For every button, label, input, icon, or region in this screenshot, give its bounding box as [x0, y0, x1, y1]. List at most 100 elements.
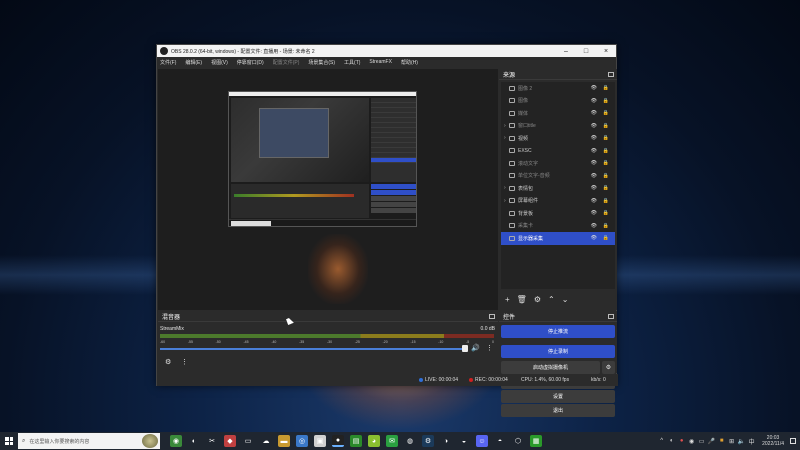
lock-icon[interactable]: 🔒 — [603, 148, 609, 154]
source-item[interactable]: › 窗口title 👁 🔒 — [501, 120, 615, 133]
source-item[interactable]: 显示器采集 👁 🔒 — [501, 232, 615, 245]
visibility-eye-icon[interactable]: 👁 — [591, 110, 597, 116]
ime-icon[interactable]: 中 — [748, 438, 755, 446]
visibility-eye-icon[interactable]: 👁 — [591, 135, 597, 141]
volume-icon[interactable]: 🔈 — [738, 438, 745, 445]
app-icon[interactable]: ◓ — [494, 435, 506, 447]
virtual-camera-settings-icon[interactable]: ⚙ — [602, 361, 615, 374]
preview-canvas[interactable] — [158, 69, 498, 310]
tray-app-icon[interactable]: ● — [678, 438, 685, 445]
stop-record-button[interactable]: 停止录制 — [501, 345, 615, 358]
speaker-icon[interactable]: 🔊 — [471, 344, 480, 352]
lock-icon[interactable]: 🔒 — [603, 210, 609, 216]
source-item[interactable]: › 视频 👁 🔒 — [501, 132, 615, 145]
visibility-eye-icon[interactable]: 👁 — [591, 85, 597, 91]
app-icon[interactable]: ▤ — [350, 435, 362, 447]
tray-app-icon[interactable]: ■ — [718, 438, 725, 445]
app-icon[interactable]: ◍ — [404, 435, 416, 447]
lock-icon[interactable]: 🔒 — [603, 110, 609, 116]
lock-icon[interactable]: 🔒 — [603, 98, 609, 104]
lock-icon[interactable]: 🔒 — [603, 123, 609, 129]
app-icon[interactable]: ◆ — [224, 435, 236, 447]
source-item[interactable]: › 表情包 👁 🔒 — [501, 182, 615, 195]
app-icon[interactable]: ▣ — [314, 435, 326, 447]
menu-scene-collection[interactable]: 场景集合(S) — [308, 59, 335, 66]
settings-button[interactable]: 设置 — [501, 390, 615, 403]
minimize-icon[interactable]: – — [556, 48, 576, 55]
source-item[interactable]: 采集卡 👁 🔒 — [501, 220, 615, 233]
visibility-eye-icon[interactable]: 👁 — [591, 210, 597, 216]
discord-icon[interactable]: ☺ — [476, 435, 488, 447]
cloud-icon[interactable]: ☁ — [260, 435, 272, 447]
chrome-icon[interactable]: ◎ — [296, 435, 308, 447]
source-item[interactable]: › 屏幕组件 👁 🔒 — [501, 195, 615, 208]
move-up-icon[interactable]: ⌃ — [548, 295, 555, 304]
steam-icon[interactable]: ⚙ — [422, 435, 434, 447]
visibility-eye-icon[interactable]: 👁 — [591, 160, 597, 166]
microphone-icon[interactable]: 🎤 — [708, 438, 715, 445]
close-icon[interactable]: × — [596, 48, 616, 55]
app-icon[interactable]: ◒ — [458, 435, 470, 447]
visibility-eye-icon[interactable]: 👁 — [591, 123, 597, 129]
volume-slider[interactable] — [160, 348, 468, 350]
source-properties-icon[interactable]: ⚙ — [534, 295, 541, 304]
exit-button[interactable]: 退出 — [501, 404, 615, 417]
lock-icon[interactable]: 🔒 — [603, 235, 609, 241]
wechat-icon[interactable]: ✉ — [386, 435, 398, 447]
app-icon[interactable]: ◐ — [188, 435, 200, 447]
lock-icon[interactable]: 🔒 — [603, 160, 609, 166]
app-icon[interactable]: ▭ — [242, 435, 254, 447]
volume-slider-handle[interactable] — [462, 345, 468, 352]
visibility-eye-icon[interactable]: 👁 — [591, 98, 597, 104]
visibility-eye-icon[interactable]: 👁 — [591, 173, 597, 179]
lock-icon[interactable]: 🔒 — [603, 173, 609, 179]
source-item[interactable]: 单位文字-音频 👁 🔒 — [501, 170, 615, 183]
menu-tools[interactable]: 工具(T) — [344, 59, 360, 66]
xbox-icon[interactable]: ◉ — [170, 435, 182, 447]
tray-app-icon[interactable]: ▭ — [698, 438, 705, 445]
lock-icon[interactable]: 🔒 — [603, 85, 609, 91]
lock-icon[interactable]: 🔒 — [603, 223, 609, 229]
visibility-eye-icon[interactable]: 👁 — [591, 223, 597, 229]
visibility-eye-icon[interactable]: 👁 — [591, 235, 597, 241]
sources-list[interactable]: 图像 2 👁 🔒 图像 👁 🔒 媒体 👁 🔒 › 窗口title 👁 🔒 › 视频 👁 🔒 EXSC 👁 🔒 滚动文字 👁… — [501, 82, 615, 289]
mixer-menu-icon[interactable]: ⋮ — [181, 358, 188, 366]
obs-taskbar-icon[interactable]: ● — [332, 435, 344, 447]
visibility-eye-icon[interactable]: 👁 — [591, 185, 597, 191]
lock-icon[interactable]: 🔒 — [603, 185, 609, 191]
source-item[interactable]: EXSC 👁 🔒 — [501, 145, 615, 158]
app-icon[interactable]: ◕ — [368, 435, 380, 447]
menu-edit[interactable]: 编辑(E) — [185, 59, 202, 66]
notification-icon[interactable] — [790, 438, 796, 444]
stop-stream-button[interactable]: 停止推流 — [501, 325, 615, 338]
visibility-eye-icon[interactable]: 👁 — [591, 148, 597, 154]
source-item[interactable]: 图像 2 👁 🔒 — [501, 82, 615, 95]
add-source-icon[interactable]: + — [505, 295, 510, 304]
source-item[interactable]: 背景板 👁 🔒 — [501, 207, 615, 220]
clock[interactable]: 20:03 2022/11/4 — [762, 435, 784, 447]
network-icon[interactable]: ⊞ — [728, 438, 735, 445]
app-icon[interactable]: ⬡ — [512, 435, 524, 447]
maximize-icon[interactable]: □ — [576, 48, 596, 55]
menu-help[interactable]: 帮助(H) — [401, 59, 418, 66]
menu-profile[interactable]: 配置文件(P) — [273, 59, 300, 66]
mixer-track-menu-icon[interactable]: ⋮ — [486, 344, 493, 352]
menu-docks[interactable]: 停靠窗口(D) — [237, 59, 264, 66]
menu-view[interactable]: 视图(V) — [211, 59, 228, 66]
capcut-icon[interactable]: ✂ — [206, 435, 218, 447]
advanced-audio-icon[interactable]: ⚙ — [165, 358, 171, 366]
menu-file[interactable]: 文件(F) — [160, 59, 176, 66]
start-virtual-camera-button[interactable]: 启动虚拟摄像机 — [501, 361, 600, 374]
tray-app-icon[interactable]: ◐ — [668, 438, 675, 445]
start-button[interactable] — [0, 432, 18, 450]
app-icon[interactable]: ▦ — [530, 435, 542, 447]
source-item[interactable]: 媒体 👁 🔒 — [501, 107, 615, 120]
source-item[interactable]: 图像 👁 🔒 — [501, 95, 615, 108]
undock-icon[interactable] — [489, 313, 495, 319]
undock-icon[interactable] — [608, 313, 614, 319]
taskbar-search[interactable]: ⌕ 在这里输入你要搜索的内容 — [18, 433, 160, 449]
undock-icon[interactable] — [608, 71, 614, 77]
source-item[interactable]: 滚动文字 👁 🔒 — [501, 157, 615, 170]
move-down-icon[interactable]: ⌄ — [562, 295, 569, 304]
lock-icon[interactable]: 🔒 — [603, 135, 609, 141]
